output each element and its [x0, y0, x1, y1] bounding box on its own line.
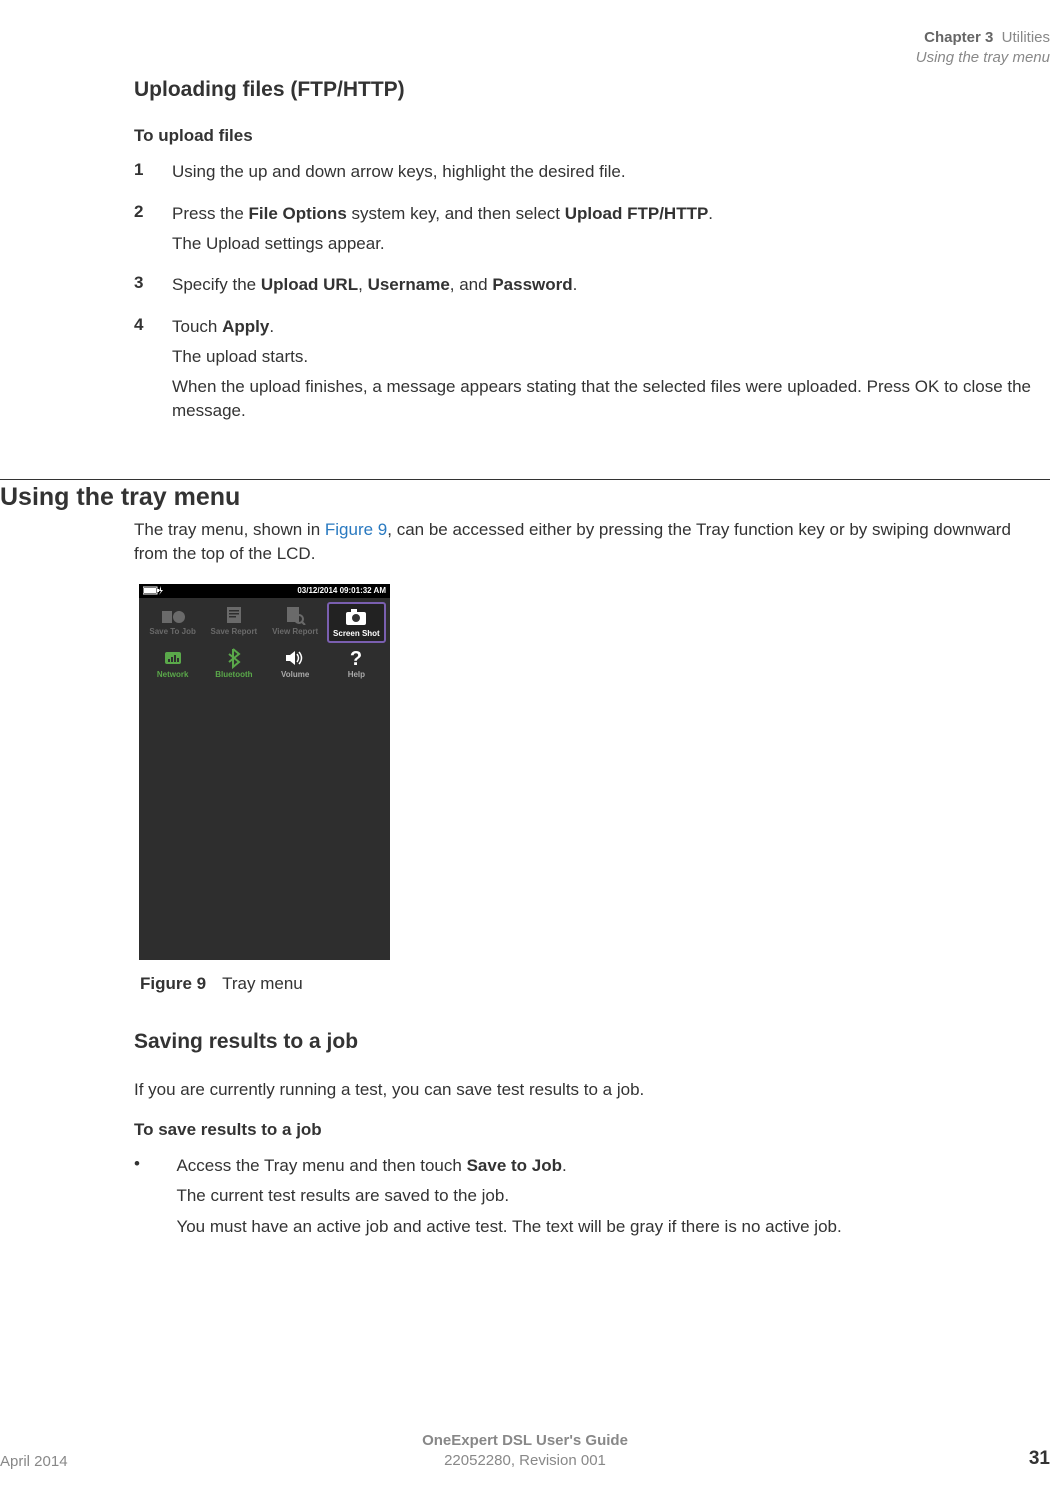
network-icon [143, 647, 202, 669]
camera-icon [329, 606, 384, 628]
page-footer: OneExpert DSL User's Guide 22052280, Rev… [0, 1431, 1050, 1470]
step-line: Press the File Options system key, and t… [172, 202, 1042, 226]
tray-save-job[interactable]: Save To Job [143, 602, 202, 643]
tray-label: Help [327, 670, 386, 679]
step-number: 4 [134, 315, 172, 335]
help-icon: ? [327, 647, 386, 669]
subhead-upload: To upload files [134, 126, 1050, 146]
tray-timestamp: 03/12/2014 09:01:32 AM [297, 586, 386, 595]
tray-bluetooth[interactable]: Bluetooth [204, 645, 263, 682]
chapter-label: Chapter 3 [924, 29, 993, 46]
tray-view-report[interactable]: View Report [266, 602, 325, 643]
step-line: The upload starts. [172, 345, 1042, 369]
heading-uploading: Uploading files (FTP/HTTP) [134, 78, 1050, 102]
tray-label: Bluetooth [204, 670, 263, 679]
save-report-icon [204, 604, 263, 626]
tray-grid: Save To JobSave ReportView Report Screen … [143, 602, 386, 682]
step-body: Using the up and down arrow keys, highli… [172, 160, 1042, 190]
svg-text:?: ? [350, 648, 362, 668]
bullet-body: Access the Tray menu and then touch Save… [176, 1154, 1046, 1246]
step-number: 1 [134, 160, 172, 180]
step-list: 1Using the up and down arrow keys, highl… [0, 160, 1050, 428]
tray-save-report[interactable]: Save Report [204, 602, 263, 643]
saving-intro: If you are currently running a test, you… [134, 1078, 1034, 1102]
tray-label: View Report [266, 627, 325, 636]
tray-screenshot: 03/12/2014 09:01:32 AM Save To JobSave R… [139, 584, 390, 960]
step-line: Touch Apply. [172, 315, 1042, 339]
subhead-save: To save results to a job [134, 1120, 1050, 1140]
footer-title: OneExpert DSL User's Guide [0, 1431, 1050, 1451]
tray-camera[interactable]: Screen Shot [327, 602, 386, 643]
tray-volume[interactable]: Volume [266, 645, 325, 682]
footer-date: April 2014 [0, 1453, 68, 1470]
battery-icon [143, 586, 163, 595]
figure-caption: Figure 9Tray menu [140, 974, 1050, 994]
view-report-icon [266, 604, 325, 626]
step: 4Touch Apply. The upload starts. When the … [134, 315, 1050, 428]
tray-status-bar: 03/12/2014 09:01:32 AM [139, 584, 390, 598]
tray-label: Volume [266, 670, 325, 679]
step-body: Touch Apply. The upload starts. When the u… [172, 315, 1042, 428]
tray-label: Network [143, 670, 202, 679]
tray-intro: The tray menu, shown in Figure 9, can be… [134, 518, 1034, 566]
heading-saving: Saving results to a job [134, 1030, 1050, 1054]
bullet-icon: • [134, 1154, 172, 1174]
heading-tray: Using the tray menu [0, 483, 1050, 512]
footer-docnum: 22052280, Revision 001 [0, 1451, 1050, 1471]
bullet-line: Access the Tray menu and then touch Save… [176, 1154, 1046, 1179]
step-line: Specify the Upload URL, Username, and Pa… [172, 273, 1042, 297]
step: 1Using the up and down arrow keys, highl… [134, 160, 1050, 190]
tray-label: Save To Job [143, 627, 202, 636]
figure-link[interactable]: Figure 9 [325, 520, 387, 539]
bullet-item: • Access the Tray menu and then touch Sa… [134, 1154, 1050, 1246]
tray-help[interactable]: ? Help [327, 645, 386, 682]
bluetooth-icon [204, 647, 263, 669]
tray-network[interactable]: Network [143, 645, 202, 682]
step-number: 3 [134, 273, 172, 293]
step-body: Specify the Upload URL, Username, and Pa… [172, 273, 1042, 303]
page-header: Chapter 3 Utilities Using the tray menu [916, 28, 1050, 67]
step-number: 2 [134, 202, 172, 222]
section-divider [0, 479, 1050, 480]
tray-label: Save Report [204, 627, 263, 636]
page-number: 31 [1029, 1448, 1050, 1470]
step-line: Using the up and down arrow keys, highli… [172, 160, 1042, 184]
volume-icon [266, 647, 325, 669]
bullet-line: The current test results are saved to th… [176, 1184, 1046, 1209]
step: 2Press the File Options system key, and … [134, 202, 1050, 262]
header-section: Using the tray menu [916, 48, 1050, 68]
step-line: The Upload settings appear. [172, 232, 1042, 256]
step: 3Specify the Upload URL, Username, and P… [134, 273, 1050, 303]
tray-label: Screen Shot [329, 629, 384, 638]
save-job-icon [143, 604, 202, 626]
step-line: When the upload finishes, a message appe… [172, 375, 1042, 423]
step-body: Press the File Options system key, and t… [172, 202, 1042, 262]
bullet-line: You must have an active job and active t… [176, 1215, 1046, 1240]
